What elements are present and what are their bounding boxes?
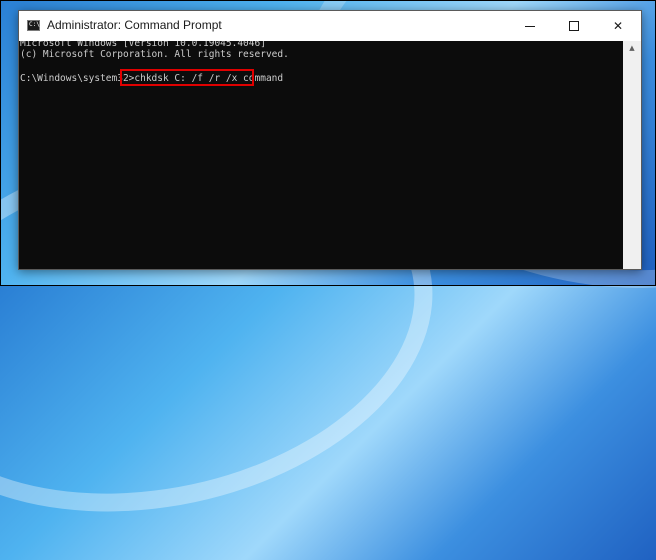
title-bar[interactable]: C:\ Administrator: Command Prompt ✕: [19, 11, 641, 41]
maximize-icon: [569, 21, 579, 31]
window-title: Administrator: Command Prompt: [47, 18, 222, 32]
maximize-button[interactable]: [552, 11, 596, 41]
minimize-button[interactable]: [508, 11, 552, 41]
console-line-copyright: (c) Microsoft Corporation. All rights re…: [20, 49, 289, 60]
cmd-icon-glyph: C:\: [29, 21, 40, 28]
command-highlight-box: [120, 69, 254, 86]
close-icon: ✕: [612, 19, 624, 33]
console-output[interactable]: Microsoft Windows [Version 10.0.19045.40…: [19, 41, 623, 269]
vertical-scrollbar[interactable]: ▲: [623, 41, 641, 269]
console-prompt: C:\Windows\system32>: [20, 73, 135, 84]
close-button[interactable]: ✕: [596, 11, 640, 41]
minimize-icon: [525, 25, 535, 27]
cmd-icon: C:\: [27, 20, 40, 31]
scroll-up-icon[interactable]: ▲: [623, 41, 641, 55]
command-prompt-window: C:\ Administrator: Command Prompt ✕ Micr…: [18, 10, 642, 270]
scrollbar-track[interactable]: [628, 57, 636, 267]
